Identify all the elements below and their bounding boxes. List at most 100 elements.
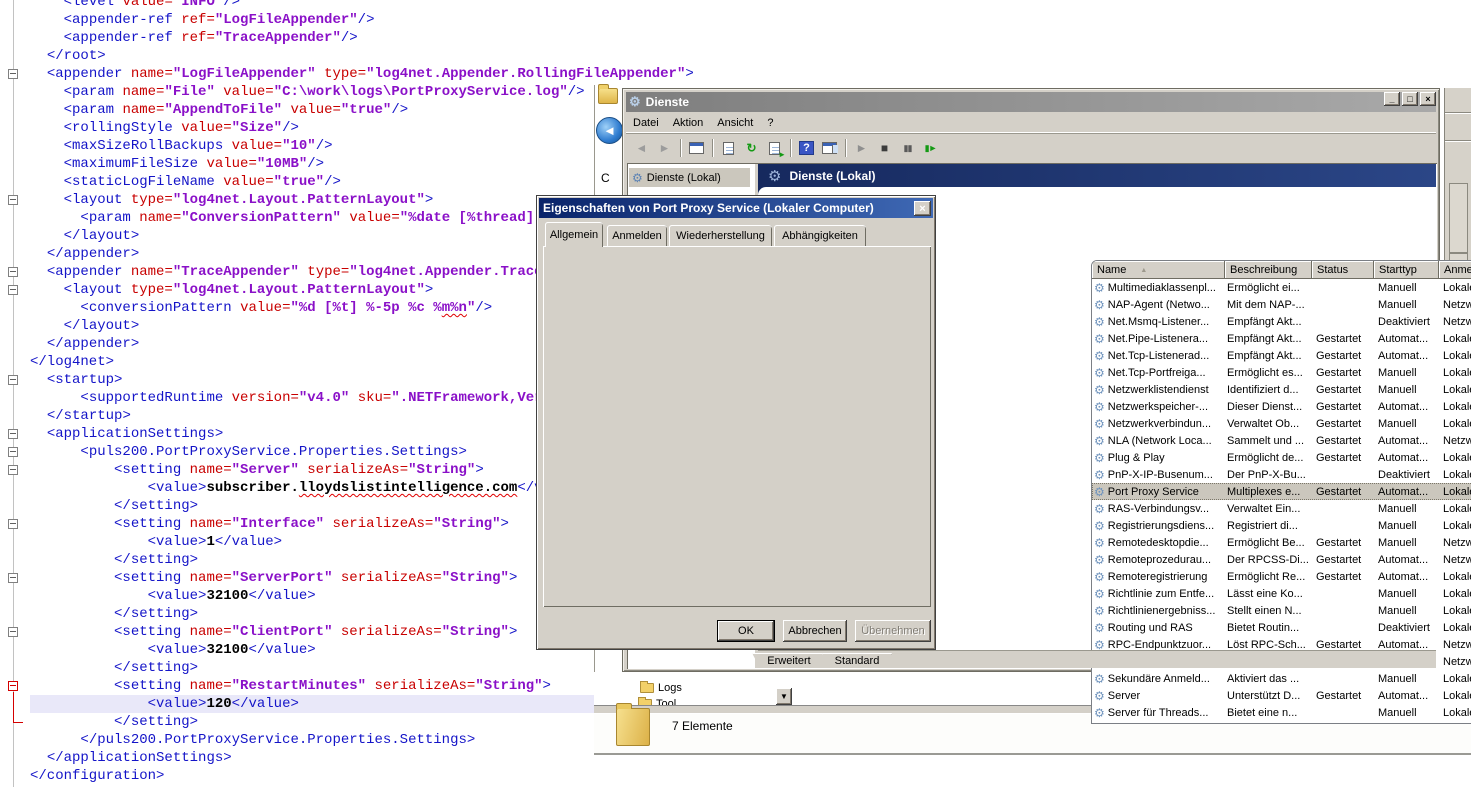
minimize-button[interactable]: _ bbox=[1384, 92, 1400, 106]
services-window-titlebar[interactable]: ⚙ Dienste bbox=[626, 92, 1436, 112]
service-gear-icon: ⚙ bbox=[1094, 502, 1105, 516]
service-row[interactable]: ⚙RemoteregistrierungErmöglicht Re...Gest… bbox=[1092, 568, 1471, 585]
service-row-selected[interactable]: ⚙Port Proxy ServiceMultiplexes e...Gesta… bbox=[1092, 483, 1471, 500]
maximize-button[interactable]: □ bbox=[1402, 92, 1418, 106]
service-row[interactable]: ⚙Remotedesktopdie...Ermöglicht Be...Gest… bbox=[1092, 534, 1471, 551]
column-header-status[interactable]: Status bbox=[1312, 261, 1374, 279]
ok-button[interactable]: OK bbox=[717, 620, 775, 642]
service-row[interactable]: ⚙Multimediaklassenpl...Ermöglicht ei...M… bbox=[1092, 279, 1471, 296]
code-line[interactable]: </configuration> bbox=[30, 767, 1471, 785]
service-row[interactable]: ⚙NLA (Network Loca...Sammelt und ...Gest… bbox=[1092, 432, 1471, 449]
tab-abhaengigkeiten[interactable]: Abhängigkeiten bbox=[774, 225, 866, 246]
service-row[interactable]: ⚙Net.Tcp-Listenerad...Empfängt Akt...Ges… bbox=[1092, 347, 1471, 364]
service-logon: Lokaler Dienst bbox=[1439, 401, 1471, 413]
service-starttyp: Manuell bbox=[1374, 707, 1439, 719]
extended-view-icon[interactable] bbox=[818, 138, 841, 158]
code-line[interactable]: <appender-ref ref="TraceAppender"/> bbox=[30, 29, 1471, 47]
column-header-anmelden-als[interactable]: Anmelden als bbox=[1439, 261, 1471, 279]
fold-marker[interactable] bbox=[8, 447, 18, 457]
code-line[interactable]: <appender name="LogFileAppender" type="l… bbox=[30, 65, 1471, 83]
stop-service-icon[interactable]: ■ bbox=[873, 138, 896, 158]
service-description: Registriert di... bbox=[1225, 520, 1312, 532]
help-icon[interactable]: ? bbox=[795, 138, 818, 158]
fold-marker[interactable] bbox=[8, 465, 18, 475]
service-row[interactable]: ⚙Server für Threads...Bietet eine n...Ma… bbox=[1092, 704, 1471, 721]
list-view-icon[interactable] bbox=[717, 138, 740, 158]
column-header-name[interactable]: Name▲ bbox=[1092, 261, 1225, 279]
tab-standard[interactable]: Standard bbox=[822, 653, 892, 668]
service-row[interactable]: ⚙Plug & PlayErmöglicht de...GestartetAut… bbox=[1092, 449, 1471, 466]
fold-marker[interactable] bbox=[8, 573, 18, 583]
code-line[interactable]: </root> bbox=[30, 47, 1471, 65]
dropdown-button[interactable]: ▼ bbox=[776, 688, 792, 705]
menu-datei[interactable]: Datei bbox=[626, 115, 666, 131]
toolbar: ◄►↻?►■▮▮▮► bbox=[626, 135, 1436, 161]
start-service-icon[interactable]: ► bbox=[850, 138, 873, 158]
service-row[interactable]: ⚙Net.Tcp-Portfreiga...Ermöglicht es...Ge… bbox=[1092, 364, 1471, 381]
service-row[interactable]: ⚙Net.Pipe-Listenera...Empfängt Akt...Ges… bbox=[1092, 330, 1471, 347]
service-starttyp: Automat... bbox=[1374, 333, 1439, 345]
service-row[interactable]: ⚙Remoteprozedurau...Der RPCSS-Di...Gesta… bbox=[1092, 551, 1471, 568]
service-logon: Lokales System bbox=[1439, 282, 1471, 294]
restart-service-icon[interactable]: ▮► bbox=[919, 138, 942, 158]
service-row[interactable]: ⚙NAP-Agent (Netwo...Mit dem NAP-...Manue… bbox=[1092, 296, 1471, 313]
fold-marker[interactable] bbox=[8, 285, 18, 295]
uebernehmen-button[interactable]: Übernehmen bbox=[855, 620, 931, 642]
explorer-item[interactable]: Logs bbox=[658, 682, 682, 694]
fold-marker[interactable] bbox=[8, 375, 18, 385]
show-console-tree-icon[interactable] bbox=[685, 138, 708, 158]
tab-wiederherstellung[interactable]: Wiederherstellung bbox=[669, 225, 772, 246]
export-list-icon[interactable] bbox=[763, 138, 786, 158]
service-row[interactable]: ⚙NetzwerklistendienstIdentifiziert d...G… bbox=[1092, 381, 1471, 398]
fold-marker[interactable] bbox=[8, 267, 18, 277]
menu-ansicht[interactable]: Ansicht bbox=[710, 115, 760, 131]
abbrechen-button[interactable]: Abbrechen bbox=[783, 620, 847, 642]
back-button[interactable]: ◄ bbox=[596, 117, 623, 144]
dialog-titlebar[interactable]: Eigenschaften von Port Proxy Service (Lo… bbox=[539, 198, 933, 218]
service-name: Multimediaklassenpl... bbox=[1108, 282, 1216, 294]
fold-marker[interactable] bbox=[8, 429, 18, 439]
tab-allgemein[interactable]: Allgemein bbox=[545, 222, 603, 247]
service-row[interactable]: ⚙Registrierungsdiens...Registriert di...… bbox=[1092, 517, 1471, 534]
service-logon: Netzwerkdienst bbox=[1439, 435, 1471, 447]
service-row[interactable]: ⚙Netzwerkverbindun...Verwaltet Ob...Gest… bbox=[1092, 415, 1471, 432]
service-row[interactable]: ⚙Net.Msmq-Listener...Empfängt Akt...Deak… bbox=[1092, 313, 1471, 330]
fold-marker[interactable] bbox=[8, 627, 18, 637]
folder-icon bbox=[640, 683, 654, 693]
forward-icon[interactable]: ► bbox=[653, 138, 676, 158]
tree-item-dienste-lokal[interactable]: ⚙ Dienste (Lokal) bbox=[629, 168, 750, 187]
fold-marker[interactable] bbox=[8, 519, 18, 529]
tab-anmelden[interactable]: Anmelden bbox=[607, 225, 667, 246]
menu-aktion[interactable]: Aktion bbox=[666, 115, 711, 131]
service-starttyp: Automat... bbox=[1374, 401, 1439, 413]
service-row[interactable]: ⚙ServerUnterstützt D...GestartetAutomat.… bbox=[1092, 687, 1471, 704]
menu-help[interactable]: ? bbox=[760, 115, 780, 131]
service-row[interactable]: ⚙Richtlinie zum Entfe...Lässt eine Ko...… bbox=[1092, 585, 1471, 602]
refresh-icon[interactable]: ↻ bbox=[740, 138, 763, 158]
service-logon: Netzwerkdienst bbox=[1439, 537, 1471, 549]
fold-marker[interactable] bbox=[8, 195, 18, 205]
service-starttyp: Manuell bbox=[1374, 384, 1439, 396]
service-row[interactable]: ⚙PnP-X-IP-Busenum...Der PnP-X-Bu...Deakt… bbox=[1092, 466, 1471, 483]
service-row[interactable]: ⚙Routing und RASBietet Routin...Deaktivi… bbox=[1092, 619, 1471, 636]
column-header-starttyp[interactable]: Starttyp bbox=[1374, 261, 1439, 279]
close-button[interactable]: × bbox=[1420, 92, 1436, 106]
fold-marker-active[interactable] bbox=[8, 681, 18, 691]
service-row[interactable]: ⚙Sekundäre Anmeld...Aktiviert das ...Man… bbox=[1092, 670, 1471, 687]
column-header-beschreibung[interactable]: Beschreibung bbox=[1225, 261, 1312, 279]
menubar: Datei Aktion Ansicht ? bbox=[626, 113, 1436, 133]
fold-marker[interactable] bbox=[8, 69, 18, 79]
service-name: Net.Tcp-Listenerad... bbox=[1108, 350, 1210, 362]
service-name: Sekundäre Anmeld... bbox=[1108, 673, 1210, 685]
service-row[interactable]: ⚙Netzwerkspeicher-...Dieser Dienst...Ges… bbox=[1092, 398, 1471, 415]
code-line[interactable]: <appender-ref ref="LogFileAppender"/> bbox=[30, 11, 1471, 29]
service-name: Richtlinienergebniss... bbox=[1108, 605, 1216, 617]
service-row[interactable]: ⚙RAS-Verbindungsv...Verwaltet Ein...Manu… bbox=[1092, 500, 1471, 517]
pause-service-icon[interactable]: ▮▮ bbox=[896, 138, 919, 158]
code-line[interactable]: <level value="INFO"/> bbox=[30, 0, 1471, 11]
back-icon[interactable]: ◄ bbox=[630, 138, 653, 158]
tab-erweitert[interactable]: Erweitert bbox=[752, 653, 826, 668]
service-starttyp: Automat... bbox=[1374, 571, 1439, 583]
dialog-close-button[interactable]: × bbox=[914, 201, 931, 216]
service-row[interactable]: ⚙Richtlinienergebniss...Stellt einen N..… bbox=[1092, 602, 1471, 619]
